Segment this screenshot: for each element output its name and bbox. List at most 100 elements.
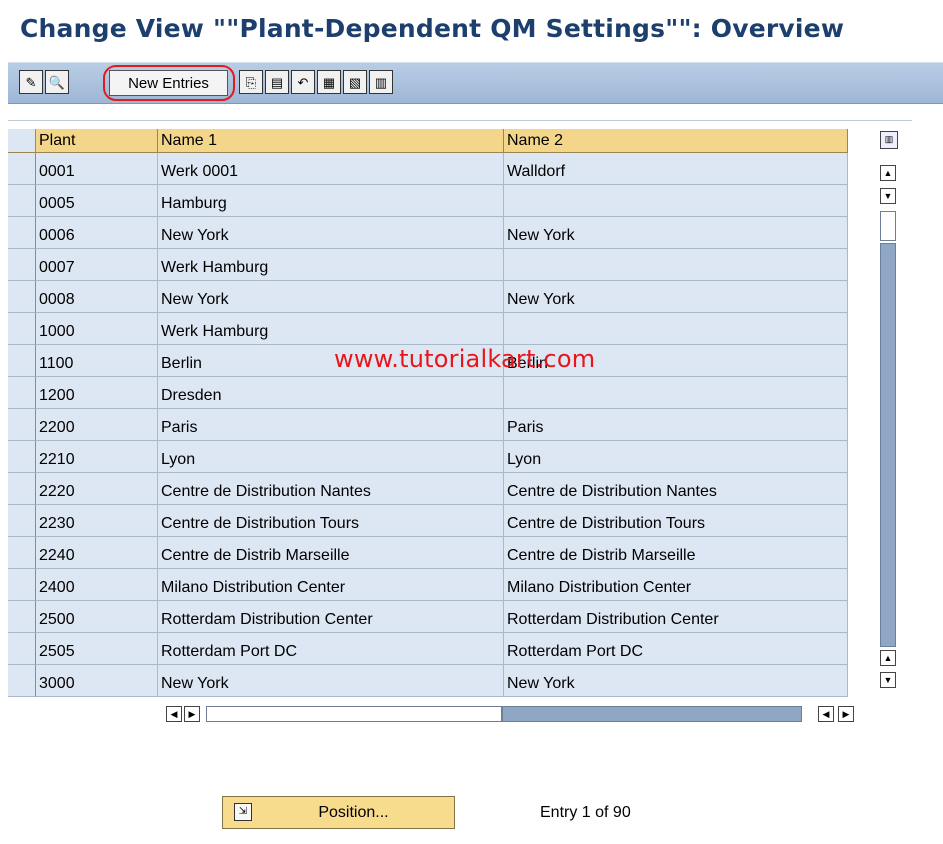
undo-change-icon[interactable]: ↶ bbox=[291, 70, 315, 94]
table-cell-name1[interactable]: Werk Hamburg bbox=[158, 249, 504, 281]
table-cell-name1[interactable]: Lyon bbox=[158, 441, 504, 473]
scroll-up-bottom-icon[interactable]: ▲ bbox=[880, 650, 896, 666]
row-selector[interactable] bbox=[8, 665, 36, 697]
scroll-up-icon[interactable]: ▲ bbox=[880, 165, 896, 181]
table-cell-name1[interactable]: New York bbox=[158, 217, 504, 249]
table-cell-name1[interactable]: Berlin bbox=[158, 345, 504, 377]
table-cell-plant[interactable]: 2210 bbox=[36, 441, 158, 473]
table-cell-plant[interactable]: 2400 bbox=[36, 569, 158, 601]
row-selector[interactable] bbox=[8, 409, 36, 441]
row-selector[interactable] bbox=[8, 313, 36, 345]
delete-icon[interactable]: ▤ bbox=[265, 70, 289, 94]
table-cell-plant[interactable]: 2505 bbox=[36, 633, 158, 665]
table-cell-name2[interactable]: Paris bbox=[504, 409, 848, 441]
table-cell-plant[interactable]: 0006 bbox=[36, 217, 158, 249]
table-cell-plant[interactable]: 1100 bbox=[36, 345, 158, 377]
table-cell-name1[interactable]: Dresden bbox=[158, 377, 504, 409]
row-selector[interactable] bbox=[8, 281, 36, 313]
scroll-right-end-icon[interactable]: ▶ bbox=[838, 706, 854, 722]
table-cell-name1[interactable]: New York bbox=[158, 281, 504, 313]
table-cell-name2[interactable]: New York bbox=[504, 281, 848, 313]
select-all-icon[interactable]: ▦ bbox=[317, 70, 341, 94]
table-cell-plant[interactable]: 1200 bbox=[36, 377, 158, 409]
row-selector[interactable] bbox=[8, 569, 36, 601]
table-cell-name1[interactable]: New York bbox=[158, 665, 504, 697]
table-cell-name2[interactable]: Centre de Distribution Tours bbox=[504, 505, 848, 537]
hscroll-track[interactable] bbox=[502, 706, 802, 722]
entry-count: Entry 1 of 90 bbox=[540, 804, 631, 821]
column-settings-icon[interactable]: ▥ bbox=[880, 131, 898, 149]
table-cell-name1[interactable]: Milano Distribution Center bbox=[158, 569, 504, 601]
hscroll-thumb[interactable] bbox=[206, 706, 502, 722]
table-cell-name1[interactable]: Paris bbox=[158, 409, 504, 441]
row-selector[interactable] bbox=[8, 441, 36, 473]
table-cell-name1[interactable]: Hamburg bbox=[158, 185, 504, 217]
table-cell-plant[interactable]: 2200 bbox=[36, 409, 158, 441]
table-cell-plant[interactable]: 0007 bbox=[36, 249, 158, 281]
table-cell-plant[interactable]: 0005 bbox=[36, 185, 158, 217]
row-selector[interactable] bbox=[8, 377, 36, 409]
table-cell-plant[interactable]: 2240 bbox=[36, 537, 158, 569]
table-cell-name2[interactable]: Milano Distribution Center bbox=[504, 569, 848, 601]
table-cell-name2[interactable]: Rotterdam Port DC bbox=[504, 633, 848, 665]
vertical-scrollbar[interactable]: ▥ ▲ ▼ ▲ ▼ bbox=[876, 131, 900, 691]
row-selector[interactable] bbox=[8, 505, 36, 537]
scroll-down-icon[interactable]: ▼ bbox=[880, 672, 896, 688]
row-selector[interactable] bbox=[8, 633, 36, 665]
application-toolbar: ✎ 🔍 New Entries ⎘ ▤ ↶ ▦ ▧ ▥ bbox=[8, 62, 943, 104]
table-cell-name2[interactable]: Rotterdam Distribution Center bbox=[504, 601, 848, 633]
table-cell-name1[interactable]: Rotterdam Distribution Center bbox=[158, 601, 504, 633]
row-selector[interactable] bbox=[8, 217, 36, 249]
row-selector[interactable] bbox=[8, 345, 36, 377]
table-cell-name1[interactable]: Centre de Distribution Tours bbox=[158, 505, 504, 537]
table-cell-name2[interactable]: Berlin bbox=[504, 345, 848, 377]
table-cell-plant[interactable]: 2500 bbox=[36, 601, 158, 633]
table-cell-name1[interactable]: Werk Hamburg bbox=[158, 313, 504, 345]
table-cell-name2[interactable]: Lyon bbox=[504, 441, 848, 473]
scroll-left-end-icon[interactable]: ◀ bbox=[818, 706, 834, 722]
table-cell-name2[interactable] bbox=[504, 249, 848, 281]
table-cell-plant[interactable]: 0008 bbox=[36, 281, 158, 313]
row-selector[interactable] bbox=[8, 537, 36, 569]
deselect-all-icon[interactable]: ▥ bbox=[369, 70, 393, 94]
row-selector[interactable] bbox=[8, 473, 36, 505]
page-title: Change View ""Plant-Dependent QM Setting… bbox=[20, 14, 845, 43]
table-cell-name2[interactable]: Centre de Distrib Marseille bbox=[504, 537, 848, 569]
table-cell-name2[interactable] bbox=[504, 377, 848, 409]
row-selector[interactable] bbox=[8, 185, 36, 217]
scroll-right-icon[interactable]: ▶ bbox=[184, 706, 200, 722]
copy-as-icon[interactable]: ⎘ bbox=[239, 70, 263, 94]
table-cell-name1[interactable]: Werk 0001 bbox=[158, 153, 504, 185]
column-header-name1[interactable]: Name 1 bbox=[158, 129, 504, 153]
page-down-icon[interactable]: ▼ bbox=[880, 188, 896, 204]
scroll-left-icon[interactable]: ◀ bbox=[166, 706, 182, 722]
table-cell-plant[interactable]: 2220 bbox=[36, 473, 158, 505]
row-selector[interactable] bbox=[8, 601, 36, 633]
table-cell-name1[interactable]: Rotterdam Port DC bbox=[158, 633, 504, 665]
table-cell-plant[interactable]: 3000 bbox=[36, 665, 158, 697]
table-cell-name1[interactable]: Centre de Distribution Nantes bbox=[158, 473, 504, 505]
table-cell-plant[interactable]: 1000 bbox=[36, 313, 158, 345]
table-cell-name2[interactable]: New York bbox=[504, 217, 848, 249]
table-cell-name1[interactable]: Centre de Distrib Marseille bbox=[158, 537, 504, 569]
row-selector[interactable] bbox=[8, 153, 36, 185]
select-detail-icon[interactable]: 🔍 bbox=[45, 70, 69, 94]
new-entries-button[interactable]: New Entries bbox=[109, 70, 228, 96]
column-header-plant[interactable]: Plant bbox=[36, 129, 158, 153]
table-cell-name2[interactable]: Centre de Distribution Nantes bbox=[504, 473, 848, 505]
table-cell-name2[interactable] bbox=[504, 313, 848, 345]
select-all-rows-button[interactable] bbox=[8, 129, 36, 153]
scroll-thumb[interactable] bbox=[880, 211, 896, 241]
table-cell-plant[interactable]: 0001 bbox=[36, 153, 158, 185]
column-header-name2[interactable]: Name 2 bbox=[504, 129, 848, 153]
table-cell-name2[interactable]: New York bbox=[504, 665, 848, 697]
position-button[interactable]: ⇲ Position... bbox=[222, 796, 455, 829]
scroll-track[interactable] bbox=[880, 243, 896, 647]
table-cell-name2[interactable]: Walldorf bbox=[504, 153, 848, 185]
horizontal-scrollbar[interactable]: ◀ ▶ ◀ ▶ bbox=[166, 706, 866, 726]
row-selector[interactable] bbox=[8, 249, 36, 281]
display-change-icon[interactable]: ✎ bbox=[19, 70, 43, 94]
table-cell-name2[interactable] bbox=[504, 185, 848, 217]
table-cell-plant[interactable]: 2230 bbox=[36, 505, 158, 537]
select-block-icon[interactable]: ▧ bbox=[343, 70, 367, 94]
